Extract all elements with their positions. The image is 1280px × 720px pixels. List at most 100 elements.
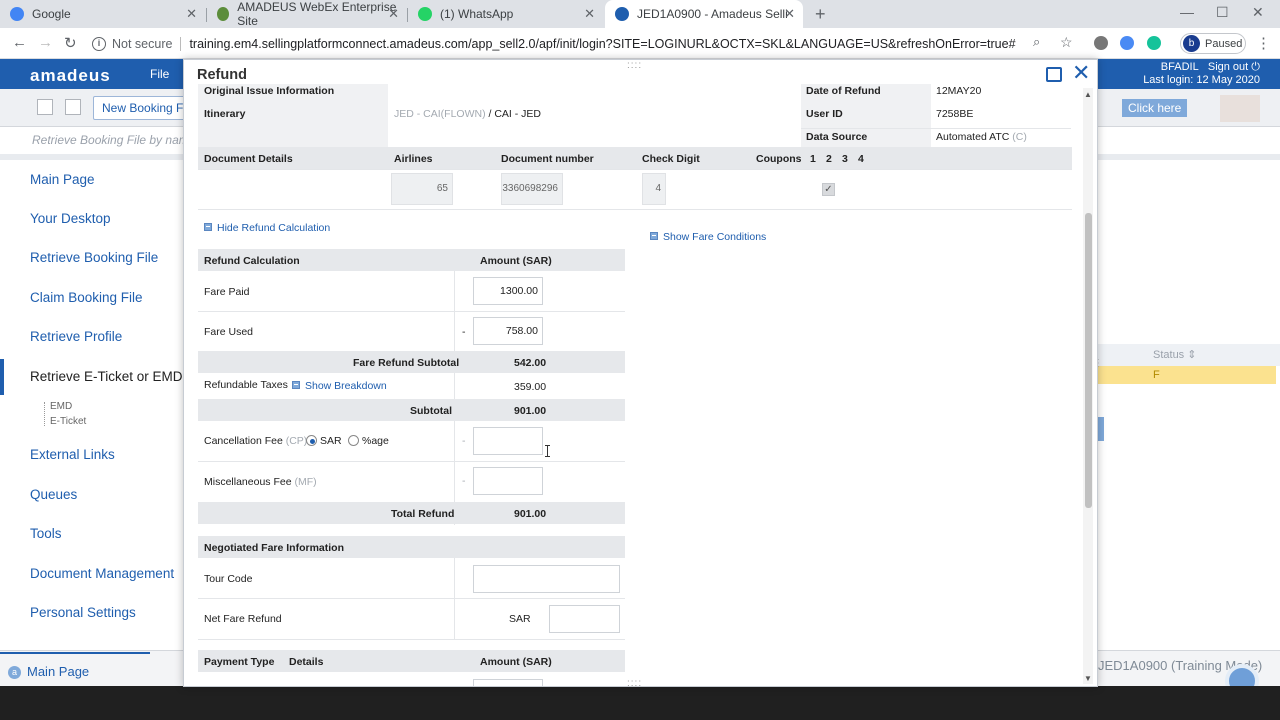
sidebar-item-queues[interactable]: Queues [30,487,77,502]
coupon-number: 4 [858,153,864,165]
user-info: BFADIL Sign out ⏻ Last login: 12 May 202… [1143,61,1260,87]
dialog-title: Refund [197,67,247,83]
sidebar-item-tools[interactable]: Tools [30,526,62,541]
sidebar-subitem-eticket[interactable]: E-Ticket [50,416,86,427]
new-booking-button[interactable]: New Booking File [93,96,188,120]
sidebar-item-claim-booking-file[interactable]: Claim Booking File [30,290,143,305]
click-here-button[interactable]: Click here [1122,99,1188,117]
net-fare-refund-label: Net Fare Refund [204,613,282,625]
sort-icon: ⇕ [1187,349,1197,361]
scrollbar-thumb[interactable] [1085,213,1092,508]
print-icon[interactable] [65,99,81,115]
user-id-label: User ID [806,108,843,120]
new-tab-icon[interactable]: + [815,4,826,25]
close-window-icon[interactable]: ✕ [1252,4,1264,21]
radio-sar[interactable]: SAR [306,435,342,447]
url-field[interactable]: i Not secure training.em4.sellingplatfor… [92,32,1082,55]
user-code: BFADIL [1160,61,1199,73]
close-tab-icon[interactable]: ✕ [584,6,595,22]
browser-tab-webex[interactable]: AMADEUS WebEx Enterprise Site ✕ [207,0,407,28]
show-breakdown-toggle[interactable]: Show Breakdown [292,380,387,392]
extension-icon[interactable] [1094,36,1108,50]
webcam-image [1220,95,1260,122]
sidebar-item-personal-settings[interactable]: Personal Settings [30,605,136,620]
browser-tab-whatsapp[interactable]: (1) WhatsApp ✕ [408,0,603,28]
sidebar-item-retrieve-booking-file[interactable]: Retrieve Booking File [30,250,158,265]
payment-details-header: Details [289,656,324,668]
sidebar-item-your-desktop[interactable]: Your Desktop [30,211,111,226]
file-menu[interactable]: File [150,67,169,81]
cancellation-fee-input[interactable] [473,427,543,455]
sidebar-item-retrieve-profile[interactable]: Retrieve Profile [30,329,122,344]
coupon-checkbox[interactable]: ✓ [822,183,835,196]
itinerary-label: Itinerary [204,108,246,120]
coupons-header: Coupons [756,153,802,165]
payment-amount-input[interactable] [473,679,543,686]
check-digit-field: 4 [642,173,666,205]
radio-percentage[interactable]: %age [348,435,389,447]
scroll-down-icon[interactable]: ▼ [1084,674,1092,683]
label-text: Cancellation Fee [204,435,283,447]
tab-title: AMADEUS WebEx Enterprise Site [237,0,397,28]
minus-sign: - [462,326,466,338]
profile-button[interactable]: b Paused [1180,33,1246,54]
background-panel [1098,160,1280,650]
drag-handle[interactable]: :::: [627,60,642,71]
sidebar-item-retrieve-eticket[interactable]: Retrieve E-Ticket or EMD [30,369,183,384]
document-number-field: 3360698296 [501,173,563,205]
show-fare-conditions-toggle[interactable]: Show Fare Conditions [650,231,766,243]
fare-used-input[interactable]: 758.00 [473,317,543,345]
close-tab-icon[interactable]: ✕ [388,6,399,22]
browser-tab-amadeus[interactable]: JED1A0900 - Amadeus Selling Pl ✕ [605,0,803,28]
row-divider [198,209,1072,210]
minimize-icon[interactable]: — [1180,4,1194,20]
net-fare-refund-input[interactable] [549,605,620,633]
total-refund-value: 901.00 [514,508,547,520]
refundable-taxes-value: 359.00 [514,381,547,393]
translate-icon[interactable] [1120,36,1134,50]
status-cell[interactable]: F [1098,366,1276,384]
radio-label: %age [362,435,389,447]
resize-handle[interactable]: :::: [627,678,642,686]
close-tab-icon[interactable]: ✕ [186,6,197,22]
sidebar-item-document-management[interactable]: Document Management [30,566,174,581]
data-source-label: Data Source [806,131,868,143]
row-divider [198,598,625,599]
scroll-up-icon[interactable]: ▲ [1084,90,1092,99]
row-divider [801,128,1071,129]
close-tab-icon[interactable]: ✕ [784,6,795,22]
refund-dialog: :::: Refund ✕ ▲ ▼ Original Issue Informa… [183,59,1098,687]
save-icon[interactable] [37,99,53,115]
bottom-tab-main-page[interactable]: a Main Page [8,664,89,679]
reload-icon[interactable]: ↻ [64,34,77,52]
last-login: Last login: 12 May 2020 [1143,74,1260,86]
tour-code-input[interactable] [473,565,620,593]
itinerary-open: CAI - JED [494,108,542,120]
sidebar-item-main-page[interactable]: Main Page [30,172,95,187]
maximize-icon[interactable]: ☐ [1216,4,1229,21]
retrieve-booking-input[interactable]: Retrieve Booking File by nam [32,133,189,147]
grammarly-icon[interactable] [1147,36,1161,50]
hide-refund-calculation-toggle[interactable]: Hide Refund Calculation [204,222,330,234]
panel-edge-tab[interactable] [1098,417,1104,441]
power-icon[interactable]: ⏻ [1251,61,1260,73]
back-icon[interactable]: ← [12,34,27,51]
sidebar-subitem-emd[interactable]: EMD [50,401,72,412]
close-icon[interactable]: ✕ [1072,62,1090,84]
date-of-refund-value: 12MAY20 [936,85,982,97]
bookmark-star-icon[interactable]: ☆ [1060,34,1073,51]
menu-icon[interactable]: ⋮ [1256,34,1271,52]
whatsapp-icon [418,7,432,21]
cancellation-fee-label: Cancellation Fee (CP) [204,435,307,447]
info-icon[interactable]: i [92,36,106,51]
sign-out-link[interactable]: Sign out [1208,61,1248,73]
zoom-icon[interactable]: ⌕ [1033,34,1040,50]
status-column-header[interactable]: Status ⇕ [1098,344,1280,366]
fare-paid-input[interactable]: 1300.00 [473,277,543,305]
browser-tab-google[interactable]: Google ✕ [0,0,205,28]
minus-sign: - [462,475,466,487]
sidebar-item-external-links[interactable]: External Links [30,447,115,462]
forward-icon[interactable]: → [38,34,53,51]
misc-fee-input[interactable] [473,467,543,495]
maximize-icon[interactable] [1046,67,1062,82]
